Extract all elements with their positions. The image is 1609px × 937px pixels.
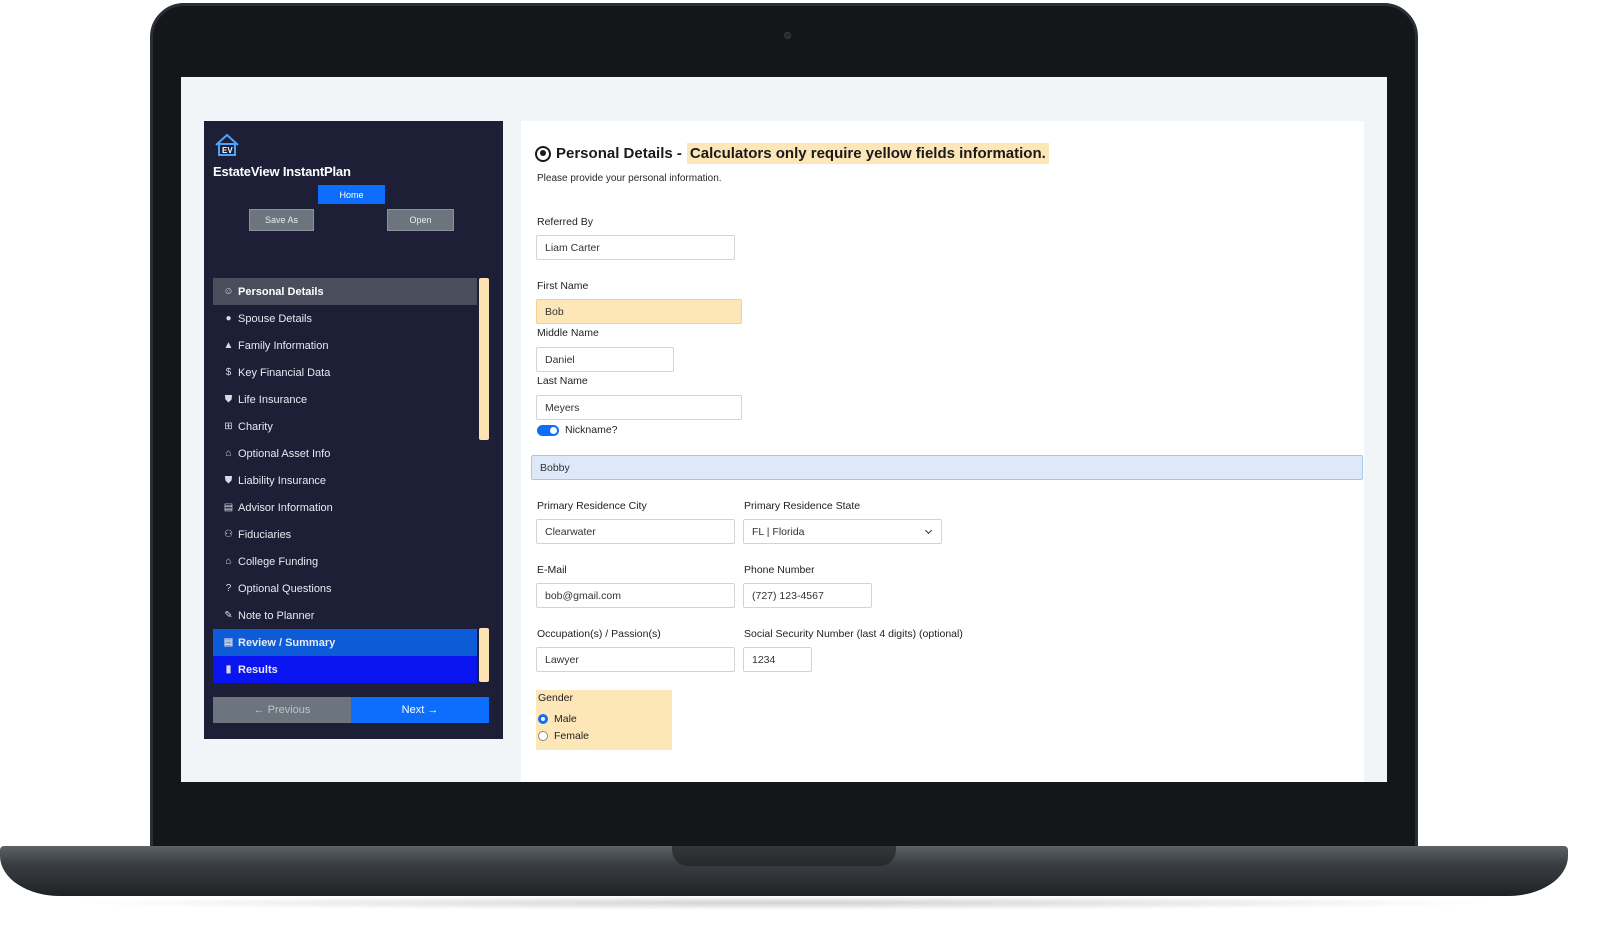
app-title: EstateView InstantPlan xyxy=(213,164,351,179)
first-name-label: First Name xyxy=(537,280,589,292)
gender-female-label: Female xyxy=(554,730,590,742)
tree-icon: ▲ xyxy=(223,340,234,351)
sidebar-item-charity[interactable]: ⊞ Charity xyxy=(213,413,477,440)
sidebar-item-label: Personal Details xyxy=(238,285,324,298)
nickname-toggle[interactable] xyxy=(537,425,559,436)
document-icon: ▤ xyxy=(223,637,234,648)
middle-name-input[interactable]: Daniel xyxy=(536,347,674,372)
sidebar-item-personal-details[interactable]: ☺ Personal Details xyxy=(213,278,477,305)
sidebar-item-results[interactable]: ▮ Results xyxy=(213,656,477,683)
sidebar-scrollbar[interactable] xyxy=(479,278,489,440)
phone-input[interactable]: (727) 123-4567 xyxy=(743,583,872,608)
shield-icon: ⛊ xyxy=(224,394,233,405)
sidebar-item-label: Optional Asset Info xyxy=(238,447,331,460)
city-input[interactable]: Clearwater xyxy=(536,519,735,544)
sidebar-nav: ☺ Personal Details ● Spouse Details ▲ Fa… xyxy=(213,278,477,683)
sidebar-item-label: College Funding xyxy=(238,555,319,568)
question-icon: ? xyxy=(225,583,232,594)
sidebar-item-label: Fiduciaries xyxy=(238,528,292,541)
state-label: Primary Residence State xyxy=(744,500,861,512)
user-circle-icon: ☺ xyxy=(223,286,234,297)
laptop-shadow xyxy=(60,896,1508,910)
phone-label: Phone Number xyxy=(744,564,815,576)
sidebar-item-review-summary[interactable]: ▤ Review / Summary xyxy=(213,629,477,656)
nickname-input[interactable]: Bobby xyxy=(531,455,1363,480)
sidebar-item-label: Charity xyxy=(238,420,273,433)
people-icon: ⚇ xyxy=(224,529,233,540)
city-label: Primary Residence City xyxy=(537,500,647,512)
sidebar-item-label: Life Insurance xyxy=(238,393,308,406)
referred-by-input[interactable]: Liam Carter xyxy=(536,235,735,260)
sidebar-item-advisor-information[interactable]: ▤ Advisor Information xyxy=(213,494,477,521)
house-logo-icon: EV xyxy=(215,133,239,156)
sidebar: EV EstateView InstantPlan Home Save As O… xyxy=(204,121,503,739)
nickname-label: Nickname? xyxy=(565,424,618,436)
laptop-notch xyxy=(672,846,896,866)
referred-by-label: Referred By xyxy=(537,216,594,228)
sidebar-item-label: Results xyxy=(238,663,278,676)
page-title-text: Personal Details - xyxy=(556,145,682,162)
sidebar-item-label: Advisor Information xyxy=(238,501,333,514)
last-name-input[interactable]: Meyers xyxy=(536,395,742,420)
graduation-cap-icon: ⌂ xyxy=(225,556,232,567)
gender-male-radio[interactable] xyxy=(538,714,548,724)
user-circle-icon xyxy=(535,145,551,162)
sidebar-item-college-funding[interactable]: ⌂ College Funding xyxy=(213,548,477,575)
previous-button[interactable]: ← Previous xyxy=(213,697,351,723)
person-icon: ● xyxy=(225,313,232,324)
id-card-icon: ▤ xyxy=(223,502,234,513)
bank-icon: ⌂ xyxy=(225,448,232,459)
sidebar-item-optional-asset-info[interactable]: ⌂ Optional Asset Info xyxy=(213,440,477,467)
sidebar-item-optional-questions[interactable]: ? Optional Questions xyxy=(213,575,477,602)
page-subtitle: Please provide your personal information… xyxy=(537,173,722,184)
camera-icon xyxy=(784,32,791,39)
sidebar-item-note-to-planner[interactable]: ✎ Note to Planner xyxy=(213,602,477,629)
sidebar-item-label: Review / Summary xyxy=(238,636,336,649)
state-select-value: FL | Florida xyxy=(752,525,805,538)
sidebar-scrollbar-lower[interactable] xyxy=(479,628,489,682)
save-as-button[interactable]: Save As xyxy=(249,209,314,231)
sidebar-item-label: Optional Questions xyxy=(238,582,332,595)
sidebar-item-label: Note to Planner xyxy=(238,609,315,622)
sidebar-item-liability-insurance[interactable]: ⛊ Liability Insurance xyxy=(213,467,477,494)
chevron-down-icon xyxy=(924,526,933,535)
email-label: E-Mail xyxy=(537,564,567,576)
email-input[interactable]: bob@gmail.com xyxy=(536,583,735,608)
open-button[interactable]: Open xyxy=(387,209,454,231)
sidebar-item-label: Spouse Details xyxy=(238,312,312,325)
screen: EV EstateView InstantPlan Home Save As O… xyxy=(181,77,1387,782)
sidebar-item-key-financial-data[interactable]: $ Key Financial Data xyxy=(213,359,477,386)
shield-icon: ⛊ xyxy=(224,475,233,486)
middle-name-label: Middle Name xyxy=(537,327,599,339)
sidebar-item-label: Key Financial Data xyxy=(238,366,331,379)
home-button[interactable]: Home xyxy=(318,185,385,204)
occupation-label: Occupation(s) / Passion(s) xyxy=(537,628,661,640)
sidebar-item-fiduciaries[interactable]: ⚇ Fiduciaries xyxy=(213,521,477,548)
gift-icon: ⊞ xyxy=(224,421,233,432)
gender-label: Gender xyxy=(538,692,574,704)
ssn-input[interactable]: 1234 xyxy=(743,647,812,672)
personal-details-panel: Personal Details - Calculators only requ… xyxy=(521,121,1364,782)
state-select[interactable]: FL | Florida xyxy=(743,519,942,544)
sidebar-item-life-insurance[interactable]: ⛊ Life Insurance xyxy=(213,386,477,413)
gender-female-radio[interactable] xyxy=(538,731,548,741)
next-button[interactable]: Next → xyxy=(351,697,489,723)
page-title: Personal Details - Calculators only requ… xyxy=(535,143,1049,164)
ssn-label: Social Security Number (last 4 digits) (… xyxy=(744,628,963,640)
occupation-input[interactable]: Lawyer xyxy=(536,647,735,672)
gender-group: Gender Male Female xyxy=(536,690,672,750)
sidebar-item-label: Liability Insurance xyxy=(238,474,327,487)
sidebar-item-family-information[interactable]: ▲ Family Information xyxy=(213,332,477,359)
first-name-input[interactable]: Bob xyxy=(536,299,742,324)
svg-text:EV: EV xyxy=(222,146,233,155)
dollar-icon: $ xyxy=(225,367,232,378)
bar-chart-icon: ▮ xyxy=(225,664,232,675)
gender-male-label: Male xyxy=(554,713,577,725)
pencil-square-icon: ✎ xyxy=(224,610,233,621)
yellow-fields-note: Calculators only require yellow fields i… xyxy=(686,143,1049,164)
sidebar-item-spouse-details[interactable]: ● Spouse Details xyxy=(213,305,477,332)
sidebar-item-label: Family Information xyxy=(238,339,329,352)
last-name-label: Last Name xyxy=(537,375,588,387)
